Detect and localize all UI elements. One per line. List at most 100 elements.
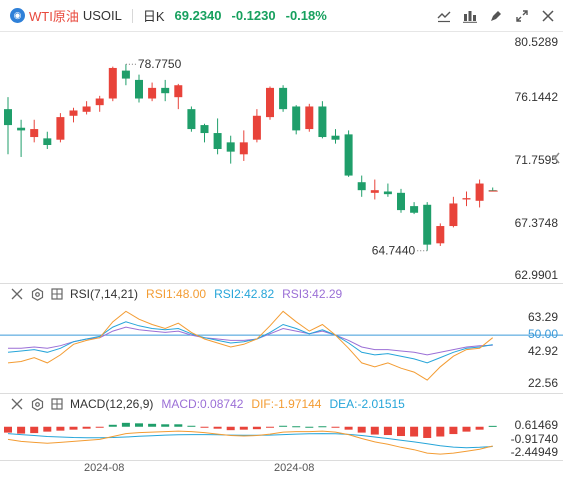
- price-axis-label: 62.9901: [514, 268, 558, 282]
- candle-body: [56, 117, 65, 140]
- macd-histogram-bar: [69, 426, 78, 430]
- symbol-icon: ◉: [10, 8, 25, 23]
- macd-histogram-bar: [252, 426, 261, 430]
- symbol-selector[interactable]: ◉ WTI原油 USOIL: [10, 6, 122, 26]
- macd-histogram-bar: [161, 424, 170, 427]
- macd-axis-label: -2.44949: [510, 445, 558, 459]
- rsi1-line: [7, 310, 494, 381]
- candle-body: [43, 138, 52, 146]
- macd-histogram-bar: [239, 426, 248, 430]
- macd-histogram-bar: [266, 426, 274, 428]
- price-change: -0.1230: [231, 8, 276, 23]
- candle-body: [17, 127, 26, 131]
- indicator-params-icon[interactable]: [50, 287, 64, 301]
- candle-body: [370, 190, 379, 193]
- candlestick-chart: 78.7750 64.7440: [4, 57, 498, 258]
- macd-histogram-bar: [357, 426, 366, 433]
- macd-histogram-bar: [56, 426, 65, 431]
- macd-histogram-bar: [187, 425, 196, 427]
- close-icon[interactable]: [539, 7, 557, 25]
- indicator-params-icon[interactable]: [50, 397, 64, 411]
- interval-selector[interactable]: 日K: [143, 6, 165, 25]
- macd-histogram-bar: [279, 425, 288, 427]
- candle-body: [292, 106, 301, 131]
- macd-histogram-bar: [226, 426, 235, 431]
- rsi-name: RSI(7,14,21): [70, 287, 139, 301]
- draw-line-icon[interactable]: [435, 7, 453, 25]
- macd-histogram-bar: [488, 425, 497, 427]
- macd-histogram-bar: [370, 426, 379, 435]
- macd-histogram-bar: [200, 426, 209, 428]
- macd-histogram-bar: [383, 426, 392, 436]
- candle-body: [423, 204, 432, 245]
- macd-histogram-bar: [410, 426, 419, 437]
- candle-body: [135, 79, 143, 99]
- candle-body: [4, 109, 12, 126]
- macd-histogram-bar: [43, 426, 52, 432]
- rsi1-value: RSI1:48.00: [146, 287, 207, 301]
- candle-body: [383, 191, 392, 195]
- divider: [131, 8, 133, 23]
- macd-histogram-bar: [17, 426, 26, 434]
- candle-body: [82, 106, 91, 112]
- macd-histogram-bar: [95, 426, 104, 428]
- time-axis-label: 2024-08: [84, 462, 125, 474]
- candle-body: [200, 125, 209, 134]
- macd-histogram-bar: [292, 426, 301, 428]
- dif-value: DIF:-1.97144: [251, 397, 322, 411]
- candle-body: [449, 203, 458, 227]
- macd-histogram-bar: [82, 426, 91, 429]
- macd-legend: MACD(12,26,9) MACD:0.08742 DIF:-1.97144 …: [10, 397, 405, 411]
- chevron-left-icon[interactable]: [551, 144, 563, 172]
- high-price-marker: 78.7750: [138, 57, 182, 71]
- candle-body: [252, 115, 261, 140]
- price-axis-label: 80.5289: [514, 35, 558, 49]
- rsi-axis-label: 22.56: [527, 376, 558, 390]
- price-pane[interactable]: 78.7750 64.7440 80.5289 76.1442 71.7595 6…: [0, 32, 563, 282]
- rsi3-value: RSI3:42.29: [282, 287, 343, 301]
- macd-histogram-bar: [475, 426, 484, 430]
- candle-body: [410, 206, 419, 213]
- candle-body: [226, 142, 235, 152]
- visibility-icon[interactable]: [10, 287, 24, 301]
- macd-histogram-bar: [135, 423, 143, 427]
- candle-body: [69, 110, 78, 116]
- macd-histogram-bar: [108, 424, 117, 427]
- rsi-axis-label: 42.92: [527, 344, 558, 358]
- macd-axis-label: 0.61469: [514, 418, 558, 432]
- candle-body: [30, 129, 39, 138]
- macd-histogram-bar: [423, 426, 432, 438]
- macd-histogram-bar: [318, 426, 327, 428]
- expand-icon[interactable]: [513, 7, 531, 25]
- brush-icon[interactable]: [487, 7, 505, 25]
- candle-body: [108, 67, 117, 99]
- rsi-axis-label: 63.29: [527, 310, 558, 324]
- symbol-name: WTI原油: [29, 9, 79, 24]
- macd-histogram-bar: [30, 426, 39, 434]
- macd-pane[interactable]: MACD(12,26,9) MACD:0.08742 DIF:-1.97144 …: [0, 394, 563, 460]
- macd-histogram-bar: [174, 424, 183, 427]
- rsi-pane[interactable]: RSI(7,14,21) RSI1:48.00 RSI2:42.82 RSI3:…: [0, 284, 563, 392]
- candle-body: [148, 87, 157, 99]
- visibility-icon[interactable]: [10, 397, 24, 411]
- low-price-marker: 64.7440: [372, 244, 416, 258]
- macd-value: MACD:0.08742: [161, 397, 244, 411]
- settings-icon[interactable]: [30, 287, 44, 301]
- macd-histogram-bar: [449, 426, 458, 435]
- settings-icon[interactable]: [30, 397, 44, 411]
- candle-body: [121, 70, 130, 79]
- candle-body: [475, 183, 484, 201]
- macd-axis-label: -0.91740: [510, 432, 558, 446]
- toolbar: [427, 7, 557, 25]
- candle-body: [187, 109, 196, 130]
- symbol-code: USOIL: [82, 8, 122, 23]
- price-axis-label: 67.3748: [514, 216, 558, 230]
- time-axis-label: 2024-08: [274, 462, 315, 474]
- macd-histogram-bar: [305, 426, 314, 428]
- candle-body: [331, 135, 340, 140]
- macd-histogram-bar: [121, 422, 130, 427]
- candle-body: [161, 87, 170, 94]
- macd-histogram-bar: [4, 426, 12, 433]
- indicator-icon[interactable]: [461, 7, 479, 25]
- rsi-baseline-label: 50.00: [527, 327, 558, 341]
